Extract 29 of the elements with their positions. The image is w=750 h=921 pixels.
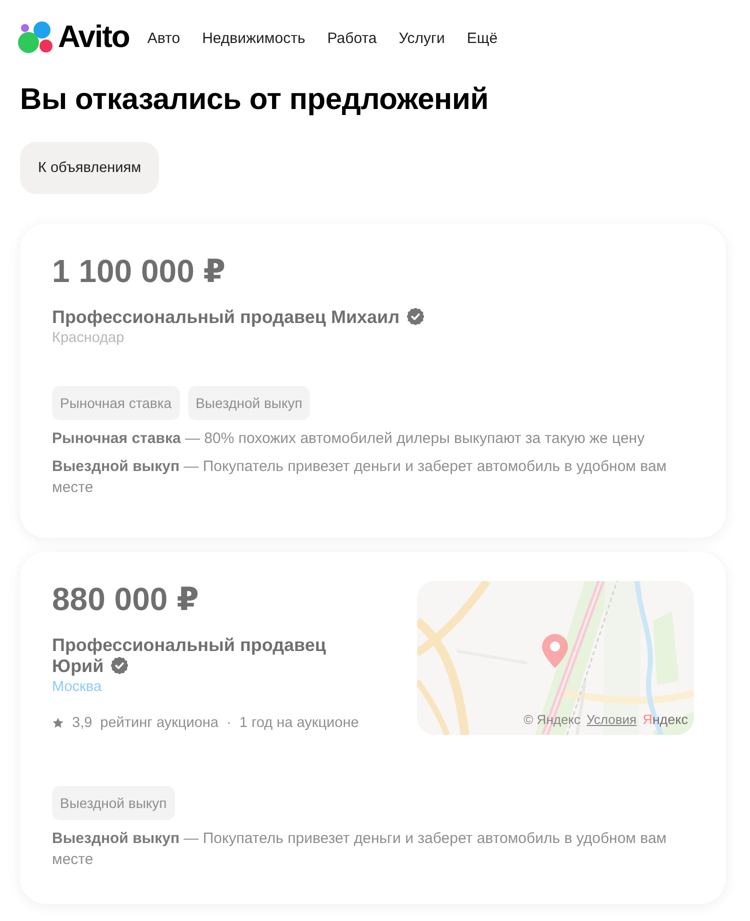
seller-name: Профессиональный продавец Юрий bbox=[52, 635, 326, 676]
nav-link[interactable]: Ещё bbox=[466, 29, 498, 49]
nav-link[interactable]: Авто bbox=[147, 29, 180, 49]
feature-description: Выездной выкуп — Покупатель привезет деньги и заберет автомобиль в удобном вам месте bbox=[52, 829, 668, 870]
feature-tag: Выездной выкуп bbox=[188, 386, 310, 420]
star-icon bbox=[52, 717, 64, 729]
nav-link[interactable]: Услуги bbox=[398, 29, 445, 49]
logo-text: Avito bbox=[58, 19, 130, 55]
rating-value: 3,9 bbox=[72, 714, 92, 732]
auction-tenure: 1 год на аукционе bbox=[239, 714, 359, 732]
nav-link[interactable]: Работа bbox=[327, 29, 377, 49]
feature-tag: Рыночная ставка bbox=[52, 386, 180, 420]
nav-link[interactable]: Недвижимость bbox=[202, 29, 306, 49]
map-copyright: © Яндекс bbox=[524, 712, 581, 728]
separator: · bbox=[226, 714, 232, 732]
seller-name: Профессиональный продавец Михаил bbox=[52, 307, 400, 327]
page-title: Вы отказались от предложений bbox=[20, 82, 490, 118]
logo-circles-icon bbox=[18, 21, 55, 53]
feature-description: Рыночная ставка — 80% похожих автомобилей дилеры выкупают за такую же цену bbox=[52, 429, 646, 449]
back-to-listings-button[interactable]: К объявлениям bbox=[20, 142, 160, 194]
city-name: Краснодар bbox=[52, 329, 124, 347]
map-pin-icon bbox=[541, 633, 569, 669]
rating-label: рейтинг аукциона bbox=[100, 714, 219, 732]
logo[interactable]: Avito bbox=[18, 19, 130, 55]
feature-description: Выездной выкуп — Покупатель привезет деньги и заберет автомобиль в удобном вам месте bbox=[52, 457, 668, 498]
offer-price: 1 100 000 ₽ bbox=[52, 252, 227, 290]
feature-tag: Выездной выкуп bbox=[52, 786, 175, 820]
offer-price: 880 000 ₽ bbox=[52, 580, 200, 618]
map-provider-logo: Яндекс bbox=[642, 712, 688, 728]
